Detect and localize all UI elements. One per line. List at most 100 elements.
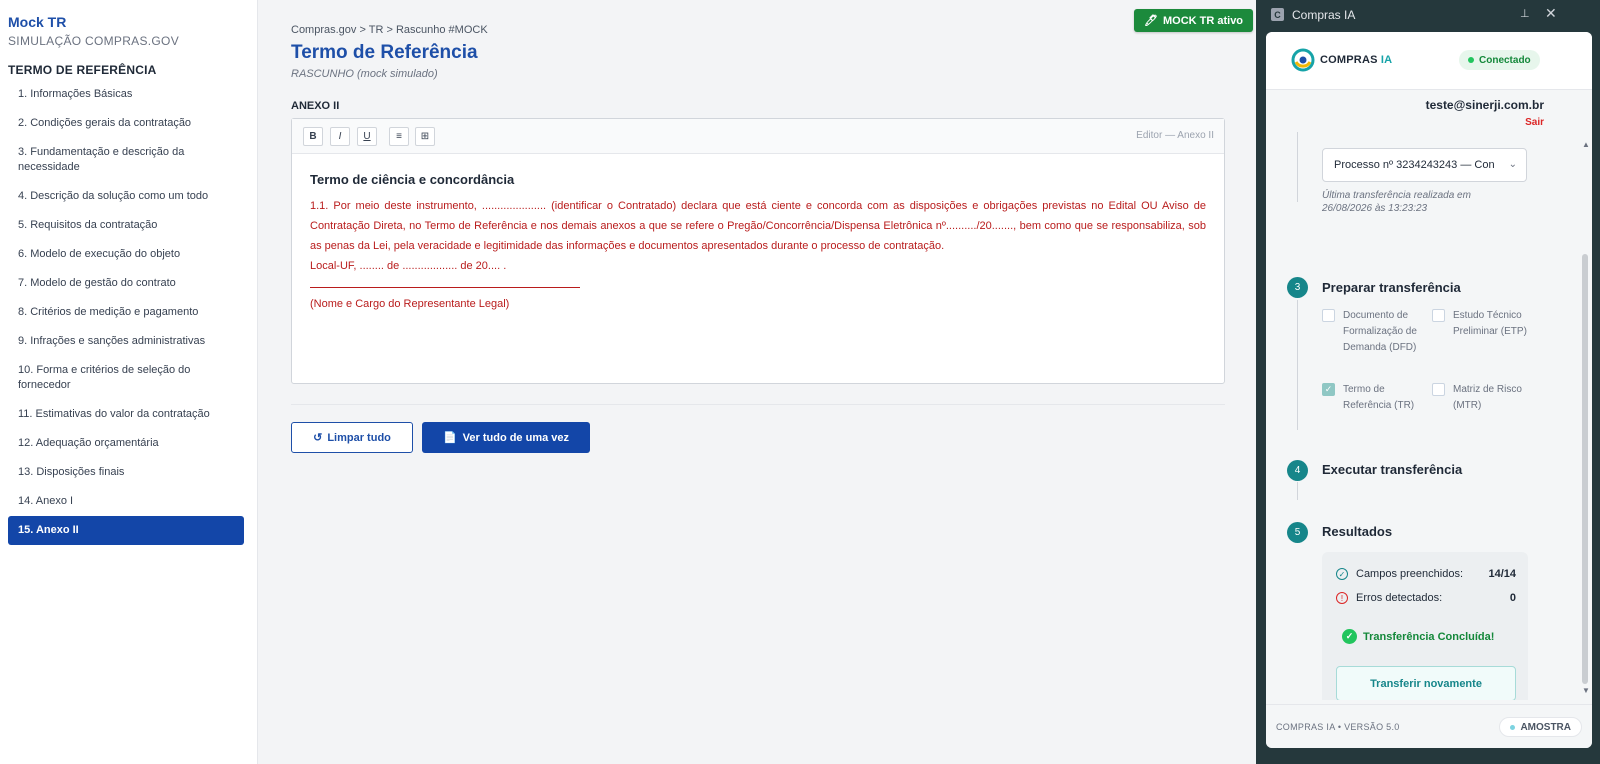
result-errors-row: ! Erros detectados: 0 [1336,592,1516,604]
bold-button[interactable]: B [303,127,323,146]
version-label: COMPRAS IA • VERSÃO 5.0 [1276,722,1400,732]
app-brand-subtitle: SIMULAÇÃO COMPRAS.GOV [8,34,179,48]
sidebar-item-forma-selecao[interactable]: 10. Forma e critérios de seleção do forn… [8,356,244,400]
editor-paragraph: 1.1. Por meio deste instrumento, .......… [310,200,1206,252]
doc-checkbox-mtr[interactable]: Matriz de Risco (MTR) [1432,382,1532,414]
page-subtitle: RASCUNHO (mock simulado) [291,68,438,80]
editor-content[interactable]: Termo de ciência e concordância 1.1. Por… [292,154,1224,332]
sidebar-item-adequacao[interactable]: 12. Adequação orçamentária [8,429,244,458]
app-brand: Mock TR [8,14,67,30]
breadcrumb: Compras.gov > TR > Rascunho #MOCK [291,24,488,36]
page-title: Termo de Referência [291,42,478,63]
sample-badge-label: AMOSTRA [1520,721,1571,733]
doc-label: Documento de Formalização de Demanda (DF… [1343,310,1417,353]
rich-text-editor: B I U ≡ ⊞ Editor — Anexo II Termo de ciê… [291,118,1225,384]
step-number: 3 [1287,277,1308,298]
sidebar-item-descricao-solucao[interactable]: 4. Descrição da solução como um todo [8,182,244,211]
panel-footer: COMPRAS IA • VERSÃO 5.0 AMOSTRA [1266,704,1592,748]
editor-toolbar: B I U ≡ ⊞ Editor — Anexo II [292,119,1224,154]
timeline-connector [1297,482,1298,500]
editor-heading: Termo de ciência e concordância [310,172,515,187]
main-content: Compras.gov > TR > Rascunho #MOCK Termo … [258,0,1256,764]
connection-status-badge: Conectado [1459,50,1540,70]
process-select[interactable]: Processo nº 3234243243 — Con ⌄ [1322,148,1527,182]
checkbox[interactable] [1432,383,1445,396]
compras-ia-panel: C Compras IA ⊥ ✕ COMPRAS IA Conectado te… [1256,0,1600,764]
doc-label: Estudo Técnico Preliminar (ETP) [1453,310,1527,337]
status-dot-icon [1468,57,1474,63]
connection-status-label: Conectado [1479,54,1531,66]
result-filled-label: Campos preenchidos: [1356,568,1464,580]
result-errors-value: 0 [1509,592,1516,604]
sidebar-item-estimativas[interactable]: 11. Estimativas do valor da contratação [8,400,244,429]
alert-circle-icon: ! [1336,592,1348,604]
sidebar-nav: 1. Informações Básicas 2. Condições gera… [8,80,244,545]
results-panel: ✓ Campos preenchidos: 14/14 ! Erros dete… [1322,552,1528,700]
clear-all-button[interactable]: ↺ Limpar tudo [291,422,413,453]
last-transfer-info: Última transferência realizada em 26/08/… [1322,190,1471,214]
mock-status-badge[interactable]: 🖊 MOCK TR ativo [1134,9,1254,32]
app-icon: C [1271,8,1284,21]
sidebar-item-condicoes-gerais[interactable]: 2. Condições gerais da contratação [8,109,244,138]
panel-card: COMPRAS IA Conectado teste@sinerji.com.b… [1266,32,1592,748]
editor-label: Editor — Anexo II [1136,130,1214,141]
timeline-connector [1297,300,1298,430]
checkbox[interactable] [1322,309,1335,322]
sidebar-item-disposicoes[interactable]: 13. Disposições finais [8,458,244,487]
doc-label: Termo de Referência (TR) [1343,384,1415,411]
sidebar-item-anexo-i[interactable]: 14. Anexo I [8,487,244,516]
check-circle-icon: ✓ [1336,568,1348,580]
clear-all-label: Limpar tudo [327,431,391,444]
doc-label: Matriz de Risco (MTR) [1453,384,1522,411]
reset-icon: ↺ [313,432,323,444]
panel-scrollbar[interactable]: ▲ ▼ [1580,132,1590,700]
pin-icon[interactable]: ⊥ [1520,7,1530,20]
doc-checkbox-etp[interactable]: Estudo Técnico Preliminar (ETP) [1432,308,1532,340]
result-errors-label: Erros detectados: [1356,592,1443,604]
view-all-button[interactable]: 📄 Ver tudo de uma vez [422,422,590,453]
step-title-resultados: Resultados [1322,524,1393,539]
italic-button[interactable]: I [330,127,350,146]
logo-text: COMPRAS IA [1320,54,1393,66]
compras-ia-logo-icon [1291,48,1315,72]
sidebar-item-requisitos[interactable]: 5. Requisitos da contratação [8,211,244,240]
underline-button[interactable]: U [357,127,377,146]
annex-label: ANEXO II [291,100,340,112]
step-number: 4 [1287,460,1308,481]
sample-dot-icon [1510,724,1516,730]
sidebar-item-fundamentacao[interactable]: 3. Fundamentação e descrição da necessid… [8,138,244,182]
checkbox-checked[interactable]: ✓ [1322,383,1335,396]
sidebar-item-anexo-ii[interactable]: 15. Anexo II [8,516,244,545]
table-button[interactable]: ⊞ [415,127,435,146]
editor-place-date: Local-UF, ........ de ..................… [310,260,507,272]
panel-header: COMPRAS IA Conectado [1266,32,1592,90]
success-label: Transferência Concluída! [1363,630,1495,643]
scroll-thumb[interactable] [1582,254,1588,684]
sidebar-item-criterios-medicao[interactable]: 8. Critérios de medição e pagamento [8,298,244,327]
sidebar-section-title: TERMO DE REFERÊNCIA [8,63,157,77]
transfer-again-button[interactable]: Transferir novamente [1336,666,1516,700]
user-email: teste@sinerji.com.br [1425,98,1544,112]
sidebar-item-modelo-gestao[interactable]: 7. Modelo de gestão do contrato [8,269,244,298]
checkbox[interactable] [1432,309,1445,322]
logout-link[interactable]: Sair [1525,117,1544,128]
success-check-icon: ✓ [1342,629,1357,644]
sidebar-item-modelo-execucao[interactable]: 6. Modelo de execução do objeto [8,240,244,269]
transfer-success-message: ✓ Transferência Concluída! [1342,629,1494,644]
list-button[interactable]: ≡ [389,127,409,146]
close-icon[interactable]: ✕ [1545,5,1557,22]
mock-badge-label: MOCK TR ativo [1162,14,1244,27]
view-all-label: Ver tudo de uma vez [462,431,570,444]
chevron-down-icon: ⌄ [1504,159,1517,170]
result-filled-row: ✓ Campos preenchidos: 14/14 [1336,568,1516,580]
sidebar-item-informacoes-basicas[interactable]: 1. Informações Básicas [8,80,244,109]
doc-checkbox-tr[interactable]: ✓ Termo de Referência (TR) [1322,382,1432,414]
sidebar-item-infracoes[interactable]: 9. Infrações e sanções administrativas [8,327,244,356]
panel-scroll-area: Processo nº 3234243243 — Con ⌄ Última tr… [1266,132,1592,700]
scroll-down-arrow-icon[interactable]: ▼ [1582,686,1590,695]
pencil-icon: 🖊 [1144,15,1158,27]
panel-titlebar: C Compras IA ⊥ ✕ [1256,0,1600,30]
panel-title: Compras IA [1292,8,1356,22]
doc-checkbox-dfd[interactable]: Documento de Formalização de Demanda (DF… [1322,308,1432,356]
scroll-up-arrow-icon[interactable]: ▲ [1582,140,1590,149]
